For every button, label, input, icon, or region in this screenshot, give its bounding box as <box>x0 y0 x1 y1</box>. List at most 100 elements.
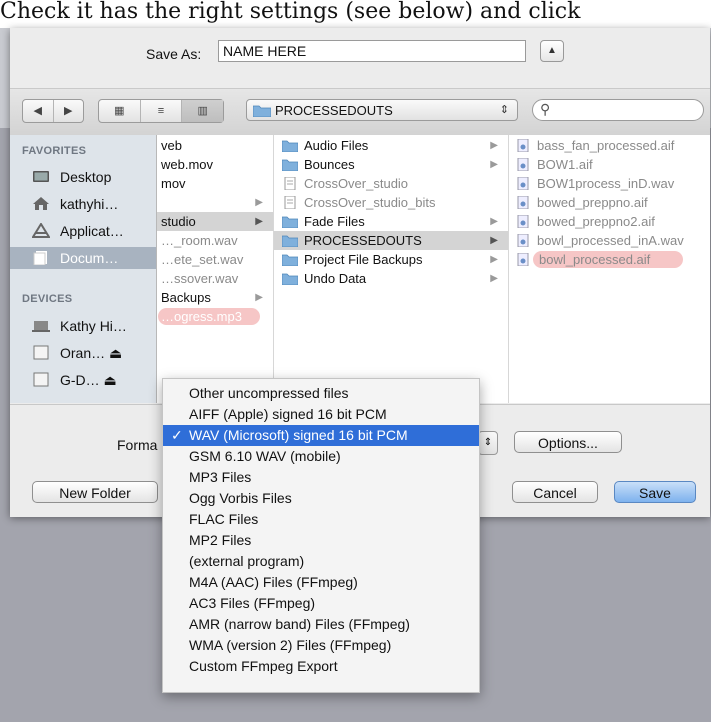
collapse-dialog-button[interactable]: ▲ <box>540 40 564 62</box>
save-as-label: Save As: <box>146 46 202 62</box>
format-menu-item[interactable]: M4A (AAC) Files (FFmpeg) <box>163 572 479 593</box>
format-menu-item[interactable]: AMR (narrow band) Files (FFmpeg) <box>163 614 479 635</box>
drive-icon <box>32 372 50 387</box>
icon-view-button[interactable]: ▦ <box>99 100 141 122</box>
sidebar-item-applications[interactable]: Applicat… <box>18 220 150 242</box>
list-item-highlighted[interactable]: bowl_processed.aif <box>509 250 710 269</box>
folder-icon <box>282 215 298 228</box>
list-item[interactable]: mov <box>157 174 273 193</box>
sidebar-item-home[interactable]: kathyhi… <box>18 193 150 215</box>
format-popup-arrows[interactable]: ⇕ <box>478 431 498 455</box>
format-label: Forma <box>117 437 158 453</box>
save-button[interactable]: Save <box>614 481 696 503</box>
caption-text: Check it has the right settings (see bel… <box>0 0 581 24</box>
audio-file-icon <box>515 253 531 266</box>
back-button[interactable]: ◀ <box>23 100 54 122</box>
sidebar-item-label: Kathy Hi… <box>60 318 127 334</box>
format-menu-item-selected[interactable]: ✓ WAV (Microsoft) signed 16 bit PCM <box>163 425 479 446</box>
list-item-selected[interactable]: studio ▶ <box>157 212 273 231</box>
folder-icon <box>282 234 298 247</box>
format-menu-item[interactable]: WMA (version 2) Files (FFmpeg) <box>163 635 479 656</box>
new-folder-button[interactable]: New Folder <box>32 481 158 503</box>
instruction-caption: Check it has the right settings (see bel… <box>0 0 711 28</box>
format-menu-item[interactable]: MP3 Files <box>163 467 479 488</box>
list-item[interactable]: …_room.wav <box>157 231 273 250</box>
sidebar-item-drive-orange[interactable]: Oran… ⏏ <box>18 342 150 364</box>
list-item[interactable]: …ssover.wav <box>157 269 273 288</box>
sidebar-item-label[interactable]: Oran… ⏏ <box>60 345 122 362</box>
folder-icon <box>282 139 298 152</box>
chevron-up-icon: ▲ <box>547 45 557 56</box>
list-item[interactable]: bowed_preppno2.aif <box>509 212 710 231</box>
list-item-highlighted[interactable]: …ogress.mp3 <box>157 307 273 326</box>
list-item[interactable]: veb <box>157 136 273 155</box>
browser-column-2: Audio Files ▶ Bounces ▶ CrossOver_studio C… <box>274 135 509 403</box>
laptop-icon <box>32 318 50 333</box>
list-item[interactable]: ▶ <box>157 193 273 212</box>
drive-icon <box>32 345 50 360</box>
sidebar-item-label: Applicat… <box>60 223 124 239</box>
folder-icon <box>282 272 298 285</box>
cancel-button[interactable]: Cancel <box>512 481 598 503</box>
list-item[interactable]: BOW1.aif <box>509 155 710 174</box>
column-view-button[interactable]: ▥ <box>182 100 224 122</box>
list-item[interactable]: Fade Files ▶ <box>274 212 508 231</box>
format-menu-item[interactable]: AIFF (Apple) signed 16 bit PCM <box>163 404 479 425</box>
search-field[interactable]: ⚲ <box>532 99 704 121</box>
browser-column-3: bass_fan_processed.aif BOW1.aif BOW1proc… <box>509 135 710 403</box>
chevron-right-icon: ▶ <box>490 254 498 265</box>
back-forward-buttons: ◀ ▶ <box>22 99 84 123</box>
format-menu-item[interactable]: FLAC Files <box>163 509 479 530</box>
list-item[interactable]: bowed_preppno.aif <box>509 193 710 212</box>
format-menu-item[interactable]: Custom FFmpeg Export <box>163 656 479 677</box>
forward-button[interactable]: ▶ <box>54 100 84 122</box>
sidebar-item-laptop[interactable]: Kathy Hi… <box>18 315 150 337</box>
location-popup[interactable]: PROCESSEDOUTS ⇕ <box>246 99 518 121</box>
list-item[interactable]: CrossOver_studio_bits <box>274 193 508 212</box>
favorites-header: FAVORITES <box>22 145 87 157</box>
list-view-button[interactable]: ≡ <box>141 100 183 122</box>
chevron-right-icon: ▶ <box>255 292 263 303</box>
devices-header: DEVICES <box>22 293 73 305</box>
list-item[interactable]: bass_fan_processed.aif <box>509 136 710 155</box>
list-item-selected[interactable]: PROCESSEDOUTS ▶ <box>274 231 508 250</box>
home-icon <box>32 196 50 211</box>
audio-file-icon <box>515 215 531 228</box>
list-item[interactable]: web.mov <box>157 155 273 174</box>
list-item[interactable]: Bounces ▶ <box>274 155 508 174</box>
sidebar-item-documents[interactable]: Docum… <box>10 247 156 269</box>
sidebar-item-label: Desktop <box>60 169 112 185</box>
search-icon: ⚲ <box>540 101 551 117</box>
sidebar-item-label: Docum… <box>60 250 119 266</box>
list-item[interactable]: bowl_processed_inA.wav <box>509 231 710 250</box>
options-button[interactable]: Options... <box>514 431 622 453</box>
format-menu-item[interactable]: GSM 6.10 WAV (mobile) <box>163 446 479 467</box>
sidebar-item-desktop[interactable]: Desktop <box>18 166 150 188</box>
audio-file-icon <box>515 158 531 171</box>
list-item[interactable]: …ete_set.wav <box>157 250 273 269</box>
list-item[interactable]: CrossOver_studio <box>274 174 508 193</box>
chevron-right-icon: ▶ <box>490 159 498 170</box>
sidebar-item-drive-g[interactable]: G-D… ⏏ <box>18 369 150 391</box>
folder-icon <box>253 104 271 117</box>
list-item[interactable]: Audio Files ▶ <box>274 136 508 155</box>
list-item[interactable]: Project File Backups ▶ <box>274 250 508 269</box>
desktop-icon <box>32 169 50 184</box>
chevron-right-icon: ▶ <box>255 197 263 208</box>
document-icon <box>282 177 298 190</box>
list-item[interactable]: Undo Data ▶ <box>274 269 508 288</box>
view-mode-buttons: ▦ ≡ ▥ <box>98 99 224 123</box>
chevron-right-icon: ▶ <box>490 216 498 227</box>
list-item[interactable]: Backups ▶ <box>157 288 273 307</box>
documents-icon <box>32 250 50 265</box>
sidebar-item-label[interactable]: G-D… ⏏ <box>60 372 117 389</box>
audio-file-icon <box>515 196 531 209</box>
format-menu-item[interactable]: AC3 Files (FFmpeg) <box>163 593 479 614</box>
format-menu-item[interactable]: (external program) <box>163 551 479 572</box>
format-menu-item[interactable]: Other uncompressed files <box>163 383 479 404</box>
filename-input[interactable] <box>218 40 526 62</box>
browser-toolbar: ◀ ▶ ▦ ≡ ▥ PROCESSEDOUTS ⇕ ⚲ <box>10 88 710 136</box>
format-menu-item[interactable]: MP2 Files <box>163 530 479 551</box>
list-item[interactable]: BOW1process_inD.wav <box>509 174 710 193</box>
format-menu-item[interactable]: Ogg Vorbis Files <box>163 488 479 509</box>
